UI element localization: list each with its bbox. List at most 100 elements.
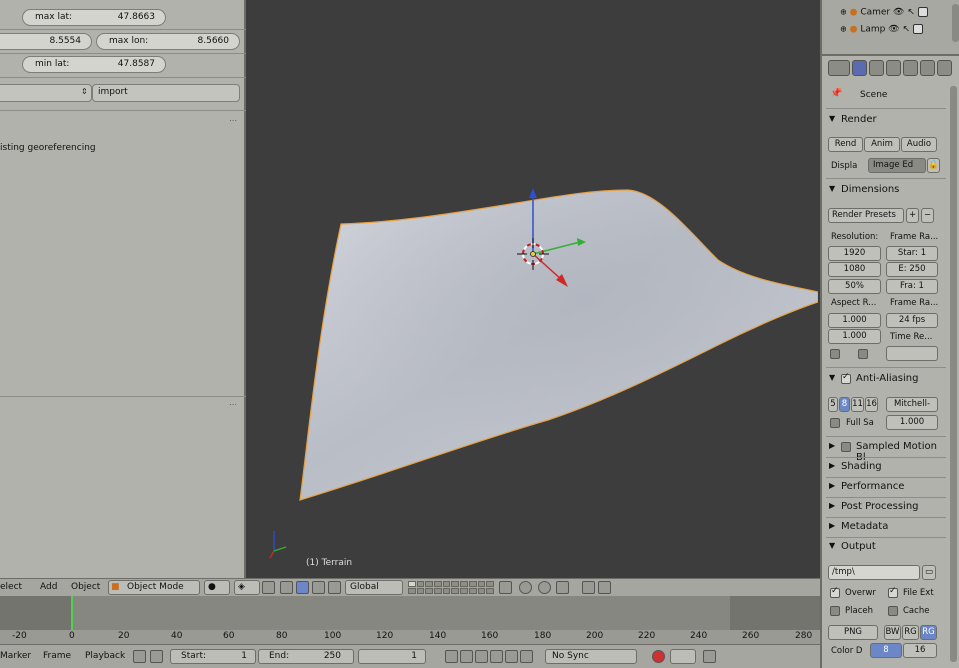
- aa-samples-8[interactable]: 8: [839, 397, 850, 412]
- crop-checkbox[interactable]: [858, 349, 868, 359]
- jump-start-icon[interactable]: [445, 650, 458, 663]
- render-still-button[interactable]: Rend: [828, 137, 863, 152]
- lock-range-icon[interactable]: [150, 650, 163, 663]
- outliner-item-camera[interactable]: ⊕ ● Camer 👁 ↖: [840, 7, 928, 18]
- current-frame-field[interactable]: 1: [358, 649, 426, 664]
- color-rgb-button[interactable]: RG: [902, 625, 919, 640]
- snap-element-icon[interactable]: [556, 581, 569, 594]
- metadata-section-header[interactable]: ▶ Metadata: [828, 520, 946, 536]
- remove-preset-icon[interactable]: −: [921, 208, 934, 223]
- rotate-manipulator-icon[interactable]: [312, 581, 325, 594]
- object-tab-icon[interactable]: [920, 60, 935, 76]
- play-icon[interactable]: [490, 650, 503, 663]
- render-tab-icon[interactable]: [852, 60, 867, 76]
- file-extensions-checkbox[interactable]: [888, 586, 898, 598]
- overwrite-checkbox[interactable]: [830, 586, 840, 598]
- color-rgba-button[interactable]: RG: [920, 625, 937, 640]
- render-section-header[interactable]: ▼ Render: [828, 113, 946, 129]
- import-button[interactable]: import: [92, 84, 240, 102]
- render-presets-select[interactable]: Render Presets: [828, 208, 904, 223]
- aspect-x-field[interactable]: 1.000: [828, 313, 881, 328]
- expand-icon[interactable]: ⊕: [840, 8, 847, 17]
- translate-manipulator-icon[interactable]: [296, 581, 309, 594]
- end-frame-field[interactable]: End: 250: [258, 649, 354, 664]
- max-lat-field[interactable]: max lat: 47.8663: [22, 9, 166, 26]
- eye-icon[interactable]: 👁: [888, 25, 899, 35]
- opengl-render-icon[interactable]: [582, 581, 595, 594]
- start-frame-field[interactable]: Start: 1: [170, 649, 256, 664]
- next-keyframe-icon[interactable]: [505, 650, 518, 663]
- output-section-header[interactable]: ▼ Output: [828, 540, 946, 556]
- expand-icon[interactable]: ⊕: [840, 25, 847, 34]
- aa-samples-11[interactable]: 11: [851, 397, 864, 412]
- cursor-select-icon[interactable]: ↖: [907, 8, 915, 18]
- min-lat-field[interactable]: min lat: 47.8587: [22, 56, 166, 73]
- 3d-viewport[interactable]: (1) Terrain: [248, 0, 818, 578]
- timeline-area[interactable]: [0, 596, 820, 630]
- border-checkbox[interactable]: [830, 349, 840, 359]
- menu-frame[interactable]: Frame: [43, 651, 71, 661]
- viewport-shading-select[interactable]: ●: [204, 580, 230, 595]
- keying-set-icon[interactable]: [703, 650, 716, 663]
- render-audio-button[interactable]: Audio: [901, 137, 937, 152]
- layer-buttons[interactable]: [408, 581, 494, 594]
- sync-mode-select[interactable]: No Sync: [545, 649, 637, 664]
- transform-orientation-select[interactable]: Global: [345, 580, 403, 595]
- folder-icon[interactable]: ▭: [922, 565, 936, 580]
- opengl-animation-icon[interactable]: [598, 581, 611, 594]
- shading-section-header[interactable]: ▶ Shading: [828, 460, 946, 476]
- clock-icon[interactable]: [133, 650, 146, 663]
- render-layers-tab-icon[interactable]: [869, 60, 884, 76]
- editor-type-icon[interactable]: [828, 60, 850, 76]
- filter-size-field[interactable]: 1.000: [886, 415, 938, 430]
- modifier-tab-icon[interactable]: [937, 60, 952, 76]
- min-lon-field[interactable]: 8.5554: [0, 33, 92, 50]
- menu-object[interactable]: Object: [71, 582, 100, 592]
- frame-start-field[interactable]: Star: 1: [886, 246, 938, 261]
- resolution-percent-field[interactable]: 50%: [828, 279, 881, 294]
- menu-select[interactable]: elect: [0, 582, 22, 592]
- world-tab-icon[interactable]: [903, 60, 918, 76]
- snap-toggle-icon[interactable]: [538, 581, 551, 594]
- cursor-select-icon[interactable]: ↖: [903, 25, 911, 35]
- render-toggle-icon[interactable]: [917, 7, 928, 17]
- fps-select[interactable]: 24 fps: [886, 313, 938, 328]
- output-path-field[interactable]: /tmp\: [828, 565, 920, 580]
- anti-aliasing-section-header[interactable]: ▼ Anti-Aliasing: [828, 372, 946, 388]
- motion-blur-checkbox[interactable]: [841, 442, 851, 452]
- play-reverse-icon[interactable]: [475, 650, 488, 663]
- jump-end-icon[interactable]: [520, 650, 533, 663]
- manipulator-toggle-icon[interactable]: [280, 581, 293, 594]
- aa-samples-5[interactable]: 5: [828, 397, 838, 412]
- anti-aliasing-checkbox[interactable]: [841, 372, 851, 384]
- menu-playback[interactable]: Playback: [85, 651, 125, 661]
- properties-scrollbar[interactable]: [950, 86, 957, 662]
- aspect-y-field[interactable]: 1.000: [828, 329, 881, 344]
- lock-layers-icon[interactable]: [499, 581, 512, 594]
- render-toggle-icon[interactable]: [912, 24, 923, 34]
- pin-icon[interactable]: 📌: [830, 88, 842, 99]
- sampled-motion-blur-section-header[interactable]: ▶ Sampled Motion Bl: [828, 440, 946, 463]
- color-bw-button[interactable]: BW: [884, 625, 901, 640]
- proportional-edit-icon[interactable]: [519, 581, 532, 594]
- render-animation-button[interactable]: Anim: [864, 137, 900, 152]
- record-icon[interactable]: [652, 650, 665, 663]
- current-frame-cursor[interactable]: [71, 596, 73, 630]
- dimensions-section-header[interactable]: ▼ Dimensions: [828, 183, 946, 199]
- eye-icon[interactable]: 👁: [893, 8, 904, 18]
- placeholders-checkbox[interactable]: [830, 606, 840, 616]
- import-type-select[interactable]: ⇕: [0, 84, 92, 102]
- color-depth-8-button[interactable]: 8: [870, 643, 902, 658]
- frame-end-field[interactable]: E: 250: [886, 262, 938, 277]
- display-select[interactable]: Image Ed: [868, 158, 926, 173]
- outliner-scrollbar[interactable]: [952, 4, 959, 42]
- outliner-item-lamp[interactable]: ⊕ ● Lamp 👁 ↖: [840, 24, 923, 35]
- frame-step-field[interactable]: Fra: 1: [886, 279, 938, 294]
- cache-checkbox[interactable]: [888, 606, 898, 616]
- panel-grip-icon[interactable]: ⋯: [229, 116, 238, 125]
- full-sample-checkbox[interactable]: [830, 418, 840, 428]
- timeline-ruler[interactable]: -20 0 20 40 60 80 100 120 140 160 180 20…: [0, 630, 820, 644]
- resolution-x-field[interactable]: 1920: [828, 246, 881, 261]
- file-format-select[interactable]: PNG: [828, 625, 878, 640]
- menu-marker[interactable]: Marker: [0, 651, 31, 661]
